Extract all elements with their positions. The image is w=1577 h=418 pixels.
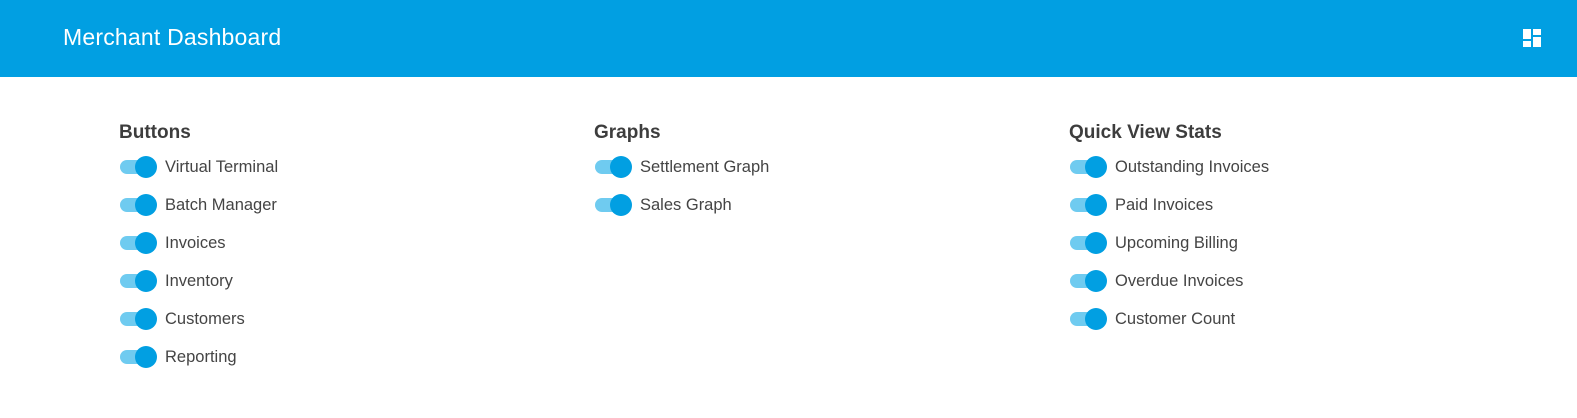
toggle-knob: [135, 194, 157, 216]
batch-manager-toggle[interactable]: [119, 193, 157, 217]
toggle-knob: [1085, 232, 1107, 254]
setting-row: Settlement Graph: [594, 155, 769, 179]
setting-label: Settlement Graph: [640, 158, 770, 176]
section-title: Quick View Stats: [1069, 122, 1222, 143]
outstanding-invoices-toggle[interactable]: [1069, 155, 1107, 179]
setting-label: Customer Count: [1115, 310, 1236, 328]
setting-label: Virtual Terminal: [165, 158, 279, 176]
setting-label: Reporting: [165, 348, 237, 366]
section-title: Graphs: [594, 122, 661, 143]
toggle-knob: [135, 308, 157, 330]
toggle-knob: [135, 346, 157, 368]
toggle-knob: [1085, 270, 1107, 292]
section-title: Buttons: [119, 122, 191, 143]
toggle-knob: [1085, 308, 1107, 330]
graphs-section: Graphs Settlement Graph Sales Graph: [594, 118, 769, 216]
setting-label: Upcoming Billing: [1115, 234, 1238, 252]
setting-row: Batch Manager: [119, 193, 277, 217]
overdue-invoices-toggle[interactable]: [1069, 269, 1107, 293]
setting-row: Inventory: [119, 269, 233, 293]
setting-row: Paid Invoices: [1069, 193, 1213, 217]
invoices-toggle[interactable]: [119, 231, 157, 255]
page-title: Merchant Dashboard: [63, 24, 282, 50]
setting-label: Batch Manager: [165, 196, 277, 214]
setting-row: Virtual Terminal: [119, 155, 278, 179]
setting-label: Outstanding Invoices: [1115, 158, 1270, 176]
toggle-knob: [610, 156, 632, 178]
setting-label: Paid Invoices: [1115, 196, 1214, 214]
virtual-terminal-toggle[interactable]: [119, 155, 157, 179]
sales-graph-toggle[interactable]: [594, 193, 632, 217]
customer-count-toggle[interactable]: [1069, 307, 1107, 331]
setting-row: Outstanding Invoices: [1069, 155, 1269, 179]
customers-toggle[interactable]: [119, 307, 157, 331]
setting-row: Overdue Invoices: [1069, 269, 1243, 293]
reporting-toggle[interactable]: [119, 345, 157, 369]
top-header-bar: Merchant Dashboard: [0, 0, 1577, 77]
setting-row: Upcoming Billing: [1069, 231, 1238, 255]
setting-label: Overdue Invoices: [1115, 272, 1244, 290]
setting-row: Sales Graph: [594, 193, 732, 217]
setting-row: Invoices: [119, 231, 226, 255]
setting-label: Invoices: [165, 234, 226, 252]
toggle-knob: [135, 270, 157, 292]
setting-row: Customers: [119, 307, 245, 331]
setting-label: Inventory: [165, 272, 233, 290]
settlement-graph-toggle[interactable]: [594, 155, 632, 179]
setting-label: Sales Graph: [640, 196, 732, 214]
setting-row: Customer Count: [1069, 307, 1235, 331]
upcoming-billing-toggle[interactable]: [1069, 231, 1107, 255]
setting-row: Reporting: [119, 345, 237, 369]
toggle-knob: [1085, 156, 1107, 178]
quick-view-stats-section: Quick View Stats Outstanding Invoices Pa…: [1069, 118, 1269, 330]
dashboard-layout-icon: [1523, 29, 1541, 47]
paid-invoices-toggle[interactable]: [1069, 193, 1107, 217]
toggle-knob: [610, 194, 632, 216]
dashboard-layout-button[interactable]: [1522, 28, 1542, 48]
toggle-knob: [135, 156, 157, 178]
toggle-knob: [135, 232, 157, 254]
buttons-section: Buttons Virtual Terminal Batch Manager I…: [119, 118, 278, 368]
setting-label: Customers: [165, 310, 245, 328]
toggle-knob: [1085, 194, 1107, 216]
inventory-toggle[interactable]: [119, 269, 157, 293]
